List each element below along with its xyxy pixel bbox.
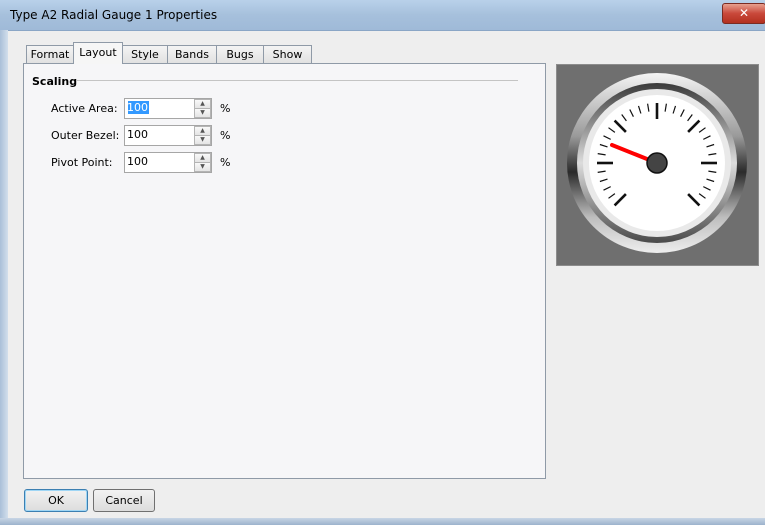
pivot-point-stepper: ▲ ▼	[124, 152, 212, 173]
gauge-preview	[556, 64, 759, 266]
tab-layout[interactable]: Layout	[73, 42, 123, 64]
layout-panel	[23, 63, 546, 479]
chevron-up-icon: ▲	[200, 154, 205, 161]
active-area-unit: %	[220, 102, 231, 115]
window-border-bottom	[0, 518, 765, 525]
spin-down-button[interactable]: ▼	[194, 108, 211, 118]
cancel-button[interactable]: Cancel	[93, 489, 155, 512]
outer-bezel-label: Outer Bezel:	[51, 129, 120, 142]
pivot-point-unit: %	[220, 156, 231, 169]
chevron-down-icon: ▼	[200, 109, 205, 116]
properties-dialog: Type A2 Radial Gauge 1 Properties ✕ Form…	[0, 0, 765, 525]
tab-label: Bands	[175, 48, 209, 61]
ok-button-label: OK	[48, 494, 64, 507]
chevron-up-icon: ▲	[200, 100, 205, 107]
tab-label: Show	[272, 48, 303, 61]
ok-button[interactable]: OK	[24, 489, 88, 512]
tab-label: Format	[30, 48, 70, 61]
window-title: Type A2 Radial Gauge 1 Properties	[10, 8, 218, 22]
tab-label: Bugs	[226, 48, 254, 61]
tab-format[interactable]: Format	[26, 45, 74, 63]
close-icon: ✕	[738, 6, 750, 20]
pivot-point-label: Pivot Point:	[51, 156, 113, 169]
chevron-down-icon: ▼	[200, 136, 205, 143]
title-bar[interactable]: Type A2 Radial Gauge 1 Properties ✕	[0, 0, 765, 31]
tab-style[interactable]: Style	[122, 45, 168, 63]
scaling-group-title: Scaling	[32, 75, 78, 88]
tab-show[interactable]: Show	[263, 45, 312, 63]
outer-bezel-input[interactable]	[127, 127, 191, 142]
active-area-input[interactable]	[127, 100, 191, 115]
active-area-stepper: ▲ ▼	[124, 98, 212, 119]
tab-bands[interactable]: Bands	[167, 45, 217, 63]
close-button[interactable]: ✕	[722, 3, 765, 24]
window-border	[0, 30, 8, 525]
active-area-label: Active Area:	[51, 102, 118, 115]
spin-down-button[interactable]: ▼	[194, 162, 211, 172]
chevron-down-icon: ▼	[200, 163, 205, 170]
tab-label: Layout	[79, 46, 117, 59]
radial-gauge-icon	[567, 73, 747, 253]
tab-bugs[interactable]: Bugs	[216, 45, 264, 63]
spin-down-button[interactable]: ▼	[194, 135, 211, 145]
outer-bezel-stepper: ▲ ▼	[124, 125, 212, 146]
tab-label: Style	[131, 48, 159, 61]
cancel-button-label: Cancel	[105, 494, 143, 507]
pivot-point-input[interactable]	[127, 154, 191, 169]
group-divider	[77, 80, 518, 81]
outer-bezel-unit: %	[220, 129, 231, 142]
gauge-pivot	[646, 152, 668, 174]
chevron-up-icon: ▲	[200, 127, 205, 134]
